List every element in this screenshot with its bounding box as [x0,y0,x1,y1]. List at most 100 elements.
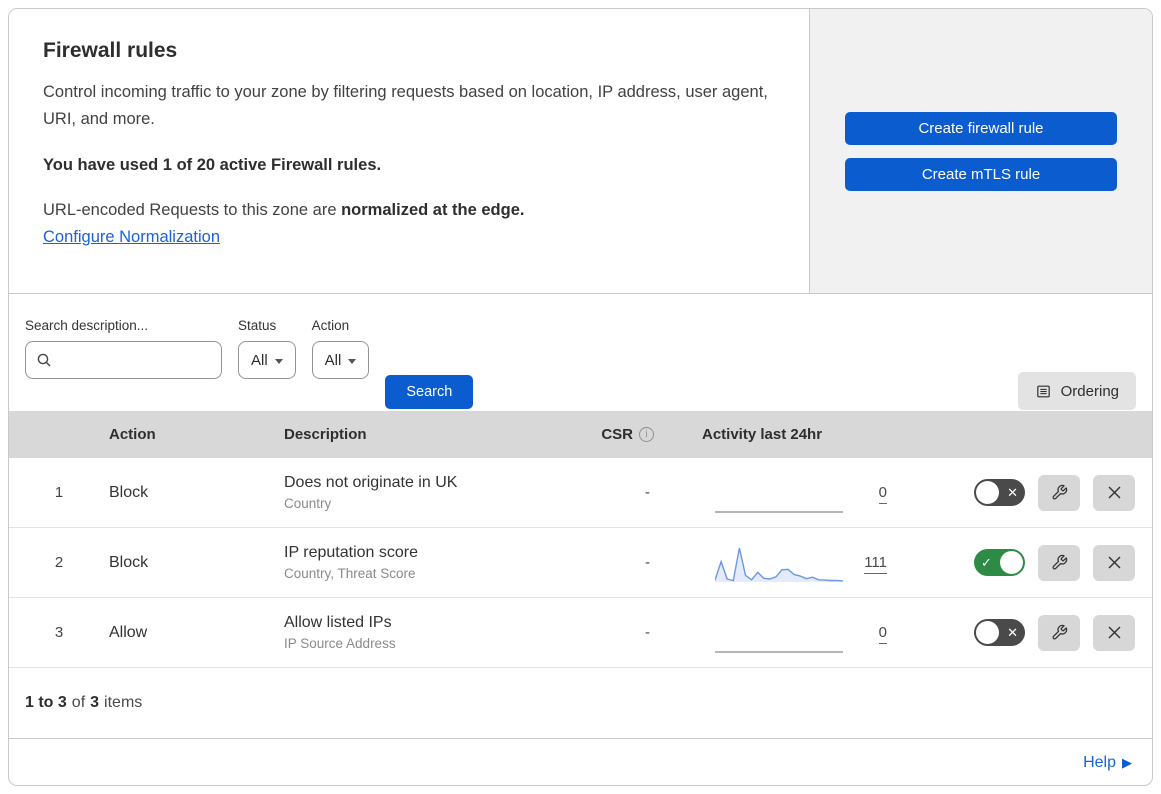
toggle-knob [976,621,999,644]
delete-rule-button[interactable] [1093,474,1135,511]
rule-csr: - [645,624,650,641]
usage-summary: You have used 1 of 20 active Firewall ru… [43,156,382,175]
toggle-knob [1000,551,1023,574]
search-input[interactable] [58,352,211,368]
wrench-icon [1052,624,1067,640]
items-total: 3 [90,694,100,711]
pagination-summary: 1 to 3 of 3 items [9,668,1152,739]
rule-action: Block [109,553,149,571]
x-icon: ✕ [1007,485,1018,500]
close-icon [1108,626,1120,639]
close-icon [1108,486,1120,499]
status-dropdown[interactable]: All [238,341,296,379]
rule-priority: 2 [54,554,64,571]
rule-fields: Country, Threat Score [284,566,416,581]
create-firewall-rule-button[interactable]: Create firewall rule [845,111,1117,145]
configure-normalization-link[interactable]: Configure Normalization [43,228,220,246]
rule-csr: - [645,554,650,571]
action-filter-group: Action All [311,318,370,379]
delete-rule-button[interactable] [1093,614,1135,651]
header-description: Description [284,426,367,443]
header-section: Firewall rules Control incoming traffic … [9,9,1152,294]
activity-count-link[interactable]: 0 [857,483,887,504]
arrow-right-icon: ▶ [1122,755,1132,770]
normalization-bold: normalized at the edge. [341,201,525,220]
chevron-down-icon [274,358,283,364]
rule-controls: ✓ ✕ [897,474,1152,511]
help-link[interactable]: Help ▶ [1083,754,1132,772]
actions-panel: Create firewall rule Create mTLS rule [809,9,1152,293]
header-text-block: Firewall rules Control incoming traffic … [9,9,809,293]
page-description: Control incoming traffic to your zone by… [43,83,768,128]
firewall-rules-card: Firewall rules Control incoming traffic … [8,8,1153,786]
ordering-list-icon [1036,385,1050,397]
search-icon [37,353,51,367]
rule-activity-cell: 0 [662,612,897,654]
rule-enabled-toggle[interactable]: ✓ ✕ [974,619,1025,646]
check-icon: ✓ [981,555,992,570]
rule-fields: Country [284,496,332,511]
rule-controls: ✓ ✕ [897,544,1152,581]
header-action: Action [109,426,156,443]
rule-description: IP reputation score [284,544,419,561]
rule-enabled-toggle[interactable]: ✓ ✕ [974,549,1025,576]
help-bar: Help ▶ [9,739,1152,785]
status-filter-group: Status All [238,318,296,379]
items-word: items [104,694,143,711]
filter-bar: Search description... Status All Action … [9,294,1152,411]
rule-description: Allow listed IPs [284,614,392,631]
edit-rule-button[interactable] [1038,544,1080,581]
table-header-row: Action Description CSR i Activity last 2… [9,411,1152,458]
close-icon [1108,556,1120,569]
rule-action: Allow [109,623,148,641]
rule-description: Does not originate in UK [284,474,458,491]
search-button[interactable]: Search [385,375,474,409]
items-of: of [71,694,86,711]
rule-controls: ✓ ✕ [897,614,1152,651]
table-row: 2 Block IP reputation score Country, Thr… [9,528,1152,598]
activity-sparkline [715,650,843,653]
edit-rule-button[interactable] [1038,474,1080,511]
page-title: Firewall rules [43,39,178,62]
rule-fields: IP Source Address [284,636,396,651]
table-row: 3 Allow Allow listed IPs IP Source Addre… [9,598,1152,668]
delete-rule-button[interactable] [1093,544,1135,581]
wrench-icon [1052,554,1067,570]
wrench-icon [1052,484,1067,500]
activity-count-link[interactable]: 111 [857,553,887,574]
rule-enabled-toggle[interactable]: ✓ ✕ [974,479,1025,506]
ordering-button[interactable]: Ordering [1017,372,1136,410]
rule-activity-cell: 0 [662,472,897,514]
rule-description-cell: Allow listed IPs IP Source Address [284,614,522,651]
activity-count-link[interactable]: 0 [857,623,887,644]
ordering-button-label: Ordering [1060,382,1119,400]
action-dropdown[interactable]: All [311,341,370,379]
x-icon: ✕ [1007,625,1018,640]
items-range: 1 to 3 [25,694,67,711]
rule-priority: 3 [54,624,64,641]
header-csr: CSR i [522,426,662,443]
rule-csr: - [645,484,650,501]
rule-activity-cell: 111 [662,542,897,584]
rule-action: Block [109,483,149,501]
table-row: 1 Block Does not originate in UK Country… [9,458,1152,528]
action-label: Action [311,318,350,333]
create-mtls-rule-button[interactable]: Create mTLS rule [845,157,1117,191]
edit-rule-button[interactable] [1038,614,1080,651]
status-value: All [251,351,268,369]
rules-table: Action Description CSR i Activity last 2… [9,411,1152,668]
normalization-prefix: URL-encoded Requests to this zone are [43,201,342,220]
action-value: All [324,351,342,369]
rule-description-cell: Does not originate in UK Country [284,474,522,511]
help-label: Help [1083,754,1116,771]
info-icon[interactable]: i [639,427,654,442]
chevron-down-icon [348,358,357,364]
header-csr-label: CSR [601,426,633,443]
activity-sparkline [715,510,843,513]
search-box [25,341,222,379]
activity-sparkline [715,547,843,582]
search-label: Search description... [25,318,149,333]
status-label: Status [238,318,277,333]
header-activity: Activity last 24hr [702,426,823,443]
page: Firewall rules Control incoming traffic … [0,0,1161,794]
